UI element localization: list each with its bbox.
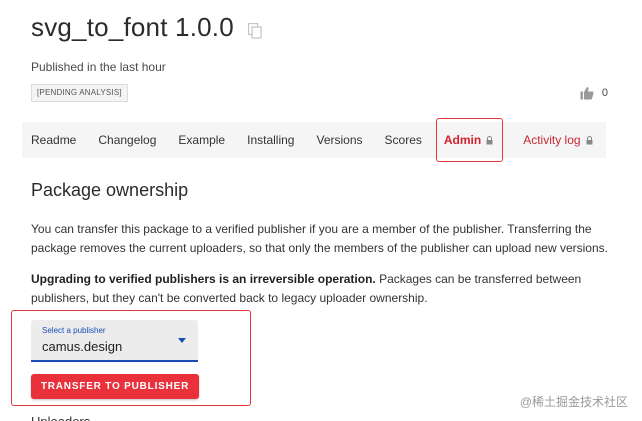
like-count: 0 [601,87,608,99]
tab-installing[interactable]: Installing [247,122,294,158]
watermark: @稀土掘金技术社区 [519,395,628,409]
like-widget: 0 [580,86,608,100]
tab-label: Example [178,133,226,147]
thumbs-up-icon[interactable] [580,86,594,100]
lock-icon [486,135,493,145]
tab-changelog[interactable]: Changelog [98,122,156,158]
package-title: svg_to_font 1.0.0 [31,12,234,42]
pending-analysis-badge: [PENDING ANALYSIS] [31,84,128,102]
tab-activity-log[interactable]: Activity log [523,122,593,158]
tab-label: Scores [384,133,422,147]
package-tabs: Readme Changelog Example Installing Vers… [22,118,606,162]
tab-label: Readme [31,133,77,147]
copy-icon[interactable] [247,22,262,39]
tab-label: Changelog [98,133,157,147]
tab-versions[interactable]: Versions [316,122,362,158]
page: svg_to_font 1.0.0 Published in the last … [0,0,642,421]
irreversible-warning: Upgrading to verified publishers is an i… [31,270,611,308]
tab-scores[interactable]: Scores [385,122,422,158]
lock-icon [586,135,593,145]
tab-admin[interactable]: Admin [435,118,504,162]
package-header: svg_to_font 1.0.0 [31,12,262,43]
transfer-description: You can transfer this package to a verif… [31,222,608,255]
tab-readme[interactable]: Readme [31,122,76,158]
dropdown-arrow-icon [178,338,186,343]
tab-label: Activity log [523,133,581,147]
published-date: Published in the last hour [31,60,166,74]
publisher-select[interactable]: Select a publisher camus.design [31,320,198,362]
uploaders-heading: Uploaders [31,414,90,421]
tab-label: Installing [247,133,295,147]
tab-label: Admin [443,133,482,147]
warning-bold: Upgrading to verified publishers is an i… [31,272,376,286]
publisher-select-label: Select a publisher [42,326,106,335]
tab-example[interactable]: Example [178,122,225,158]
transfer-to-publisher-button[interactable]: TRANSFER TO PUBLISHER [31,374,199,399]
publisher-select-value: camus.design [42,339,123,354]
section-title: Package ownership [31,180,189,200]
tab-label: Versions [316,133,363,147]
